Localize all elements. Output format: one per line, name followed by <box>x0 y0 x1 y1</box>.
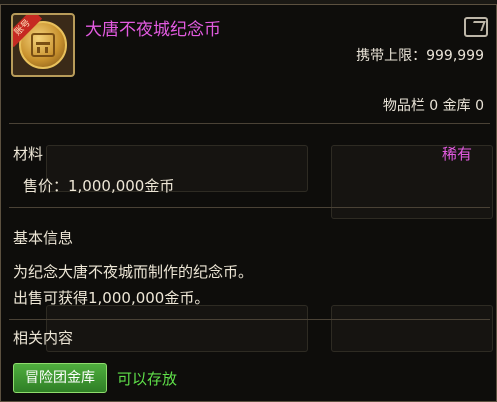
carry-limit: 携带上限：999,999 <box>356 48 484 64</box>
storable-status: 可以存放 <box>117 370 178 388</box>
material-section-title: 材料 <box>13 145 44 163</box>
adventure-guild-vault-button[interactable]: 冒险团金库 <box>13 363 107 393</box>
divider <box>9 207 490 208</box>
background-card <box>46 305 308 352</box>
item-tooltip-panel: 账号 大唐不夜城纪念币 携带上限：999,999 物品栏 0 金库 0 材料 稀… <box>0 4 497 402</box>
basic-info-title: 基本信息 <box>13 229 74 247</box>
sale-price: 售价：1,000,000金币 <box>23 177 175 195</box>
share-icon[interactable] <box>464 17 488 37</box>
item-title: 大唐不夜城纪念币 <box>85 20 221 40</box>
related-content-title: 相关内容 <box>13 329 74 347</box>
description-line: 出售可获得1,000,000金币。 <box>13 289 210 307</box>
rarity-label: 稀有 <box>441 145 472 163</box>
item-icon-frame: 账号 <box>11 13 75 77</box>
background-card <box>331 305 493 352</box>
divider <box>9 319 490 320</box>
divider <box>9 123 490 124</box>
inventory-count: 物品栏 0 金库 0 <box>382 98 484 114</box>
description-line: 为纪念大唐不夜城而制作的纪念币。 <box>13 263 254 281</box>
